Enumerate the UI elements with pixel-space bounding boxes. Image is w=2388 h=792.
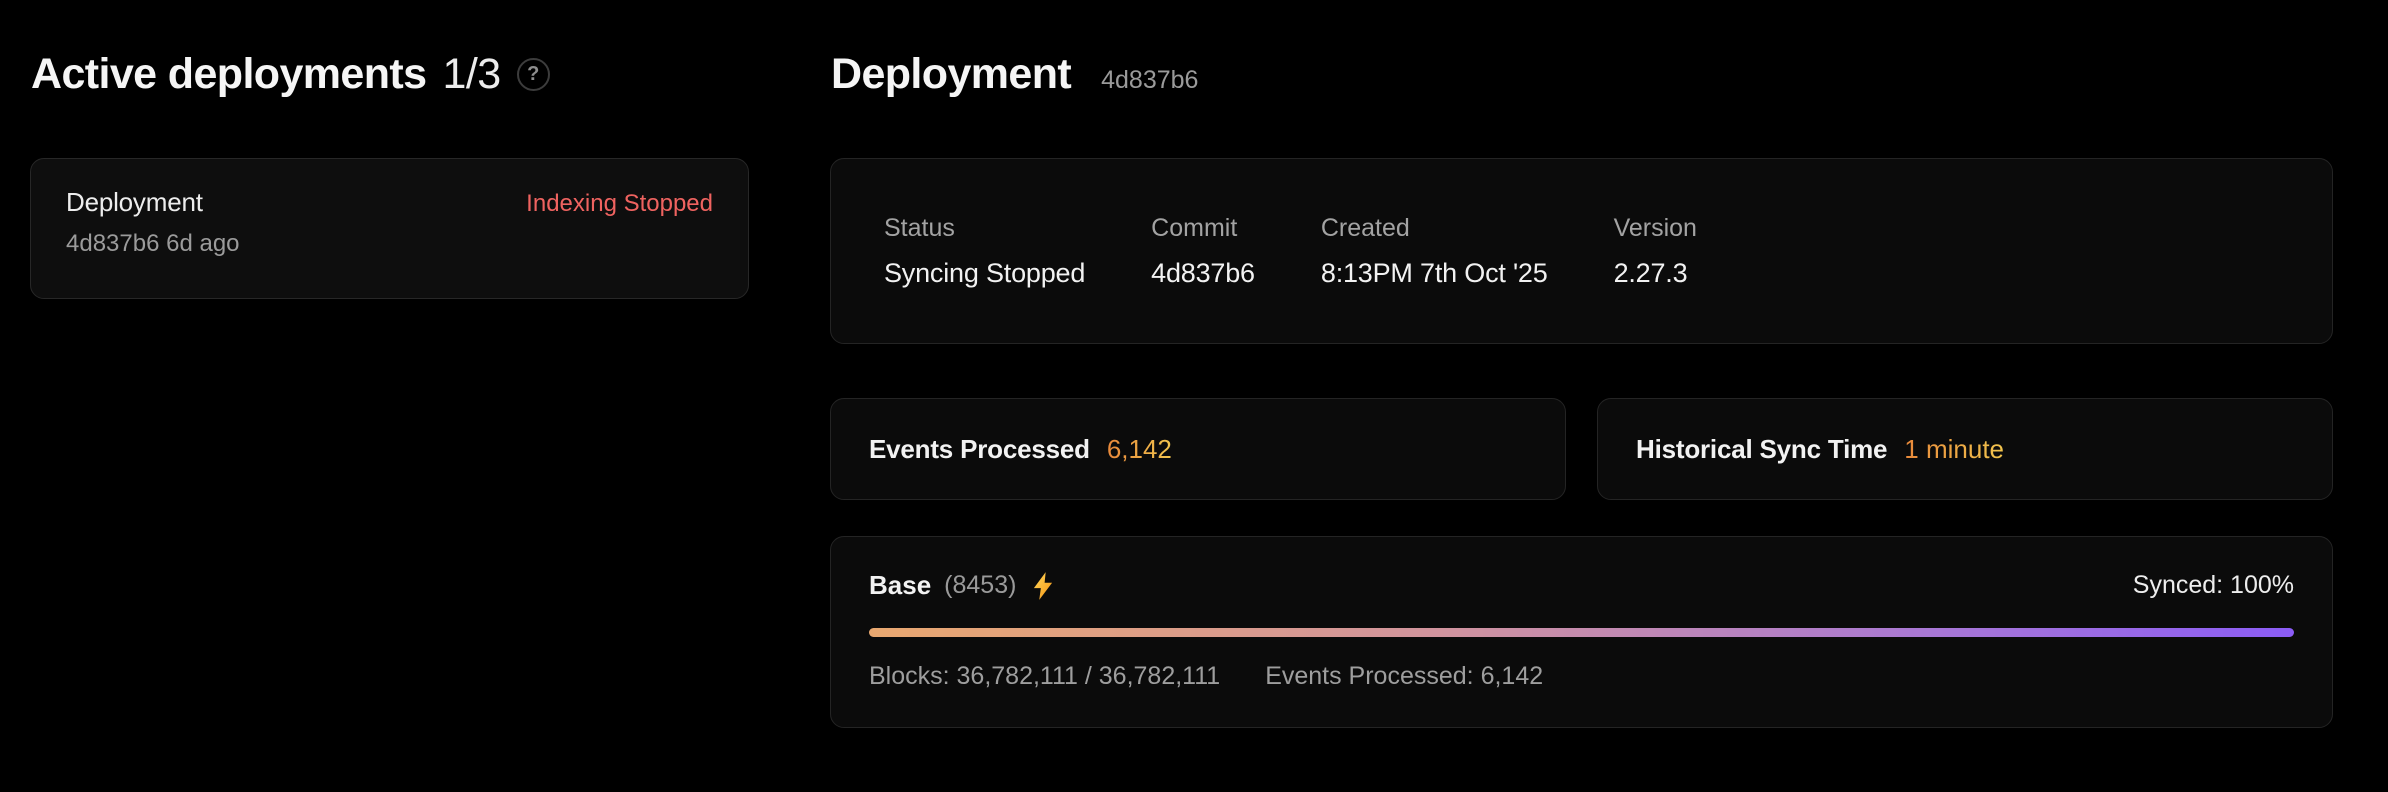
events-processed-value: 6,142 bbox=[1107, 434, 1172, 465]
field-label: Created bbox=[1321, 214, 1548, 243]
sync-progress-bar bbox=[869, 628, 2294, 637]
overview-field-created: Created 8:13PM 7th Oct '25 bbox=[1321, 214, 1548, 289]
overview-field-commit: Commit 4d837b6 bbox=[1151, 214, 1255, 289]
active-deployments-title: Active deployments bbox=[31, 50, 426, 99]
historical-sync-time-label: Historical Sync Time bbox=[1636, 434, 1887, 465]
chain-sync-card: Base (8453) Synced: 100% Blocks: 3 bbox=[830, 536, 2333, 728]
lightning-bolt-icon bbox=[1030, 571, 1056, 601]
synced-percent-label: Synced: 100% bbox=[2133, 571, 2294, 600]
historical-sync-time-card: Historical Sync Time 1 minute bbox=[1597, 398, 2333, 500]
events-processed-card: Events Processed 6,142 bbox=[830, 398, 1566, 500]
deployment-commit-hash: 4d837b6 bbox=[1101, 66, 1198, 95]
help-icon[interactable]: ? bbox=[517, 58, 550, 91]
chain-name: Base bbox=[869, 570, 931, 601]
historical-sync-time-value: 1 minute bbox=[1904, 434, 2004, 465]
overview-field-status: Status Syncing Stopped bbox=[884, 214, 1085, 289]
blocks-stat: Blocks: 36,782,111 / 36,782,111 bbox=[869, 662, 1220, 691]
deployments-dashboard: Active deployments 1/3 ? Deployment Inde… bbox=[0, 0, 2388, 792]
active-deployments-header: Active deployments 1/3 ? bbox=[31, 50, 550, 99]
field-value-commit: 4d837b6 bbox=[1151, 258, 1255, 289]
field-value-status: Syncing Stopped bbox=[884, 258, 1085, 289]
deployment-list-item-status: Indexing Stopped bbox=[526, 187, 713, 218]
field-label: Status bbox=[884, 214, 1085, 243]
field-label: Commit bbox=[1151, 214, 1255, 243]
events-processed-label: Events Processed bbox=[869, 434, 1090, 465]
chain-events-processed-stat: Events Processed: 6,142 bbox=[1265, 662, 1543, 691]
field-label: Version bbox=[1614, 214, 1697, 243]
deployment-list-item-name: Deployment bbox=[66, 187, 203, 218]
deployment-overview-panel: Status Syncing Stopped Commit 4d837b6 Cr… bbox=[830, 158, 2333, 344]
deployment-list-item-meta: 4d837b6 6d ago bbox=[66, 230, 713, 258]
chain-id: (8453) bbox=[944, 571, 1016, 600]
deployment-detail-title: Deployment bbox=[831, 50, 1071, 99]
sync-progress-fill bbox=[869, 628, 2294, 637]
field-value-version: 2.27.3 bbox=[1614, 258, 1697, 289]
overview-field-version: Version 2.27.3 bbox=[1614, 214, 1697, 289]
active-deployments-count: 1/3 bbox=[442, 50, 500, 99]
field-value-created: 8:13PM 7th Oct '25 bbox=[1321, 258, 1548, 289]
deployment-detail-header: Deployment 4d837b6 bbox=[831, 50, 1198, 99]
deployment-list-item[interactable]: Deployment Indexing Stopped 4d837b6 6d a… bbox=[30, 158, 749, 299]
metrics-row: Events Processed 6,142 Historical Sync T… bbox=[830, 398, 2333, 500]
